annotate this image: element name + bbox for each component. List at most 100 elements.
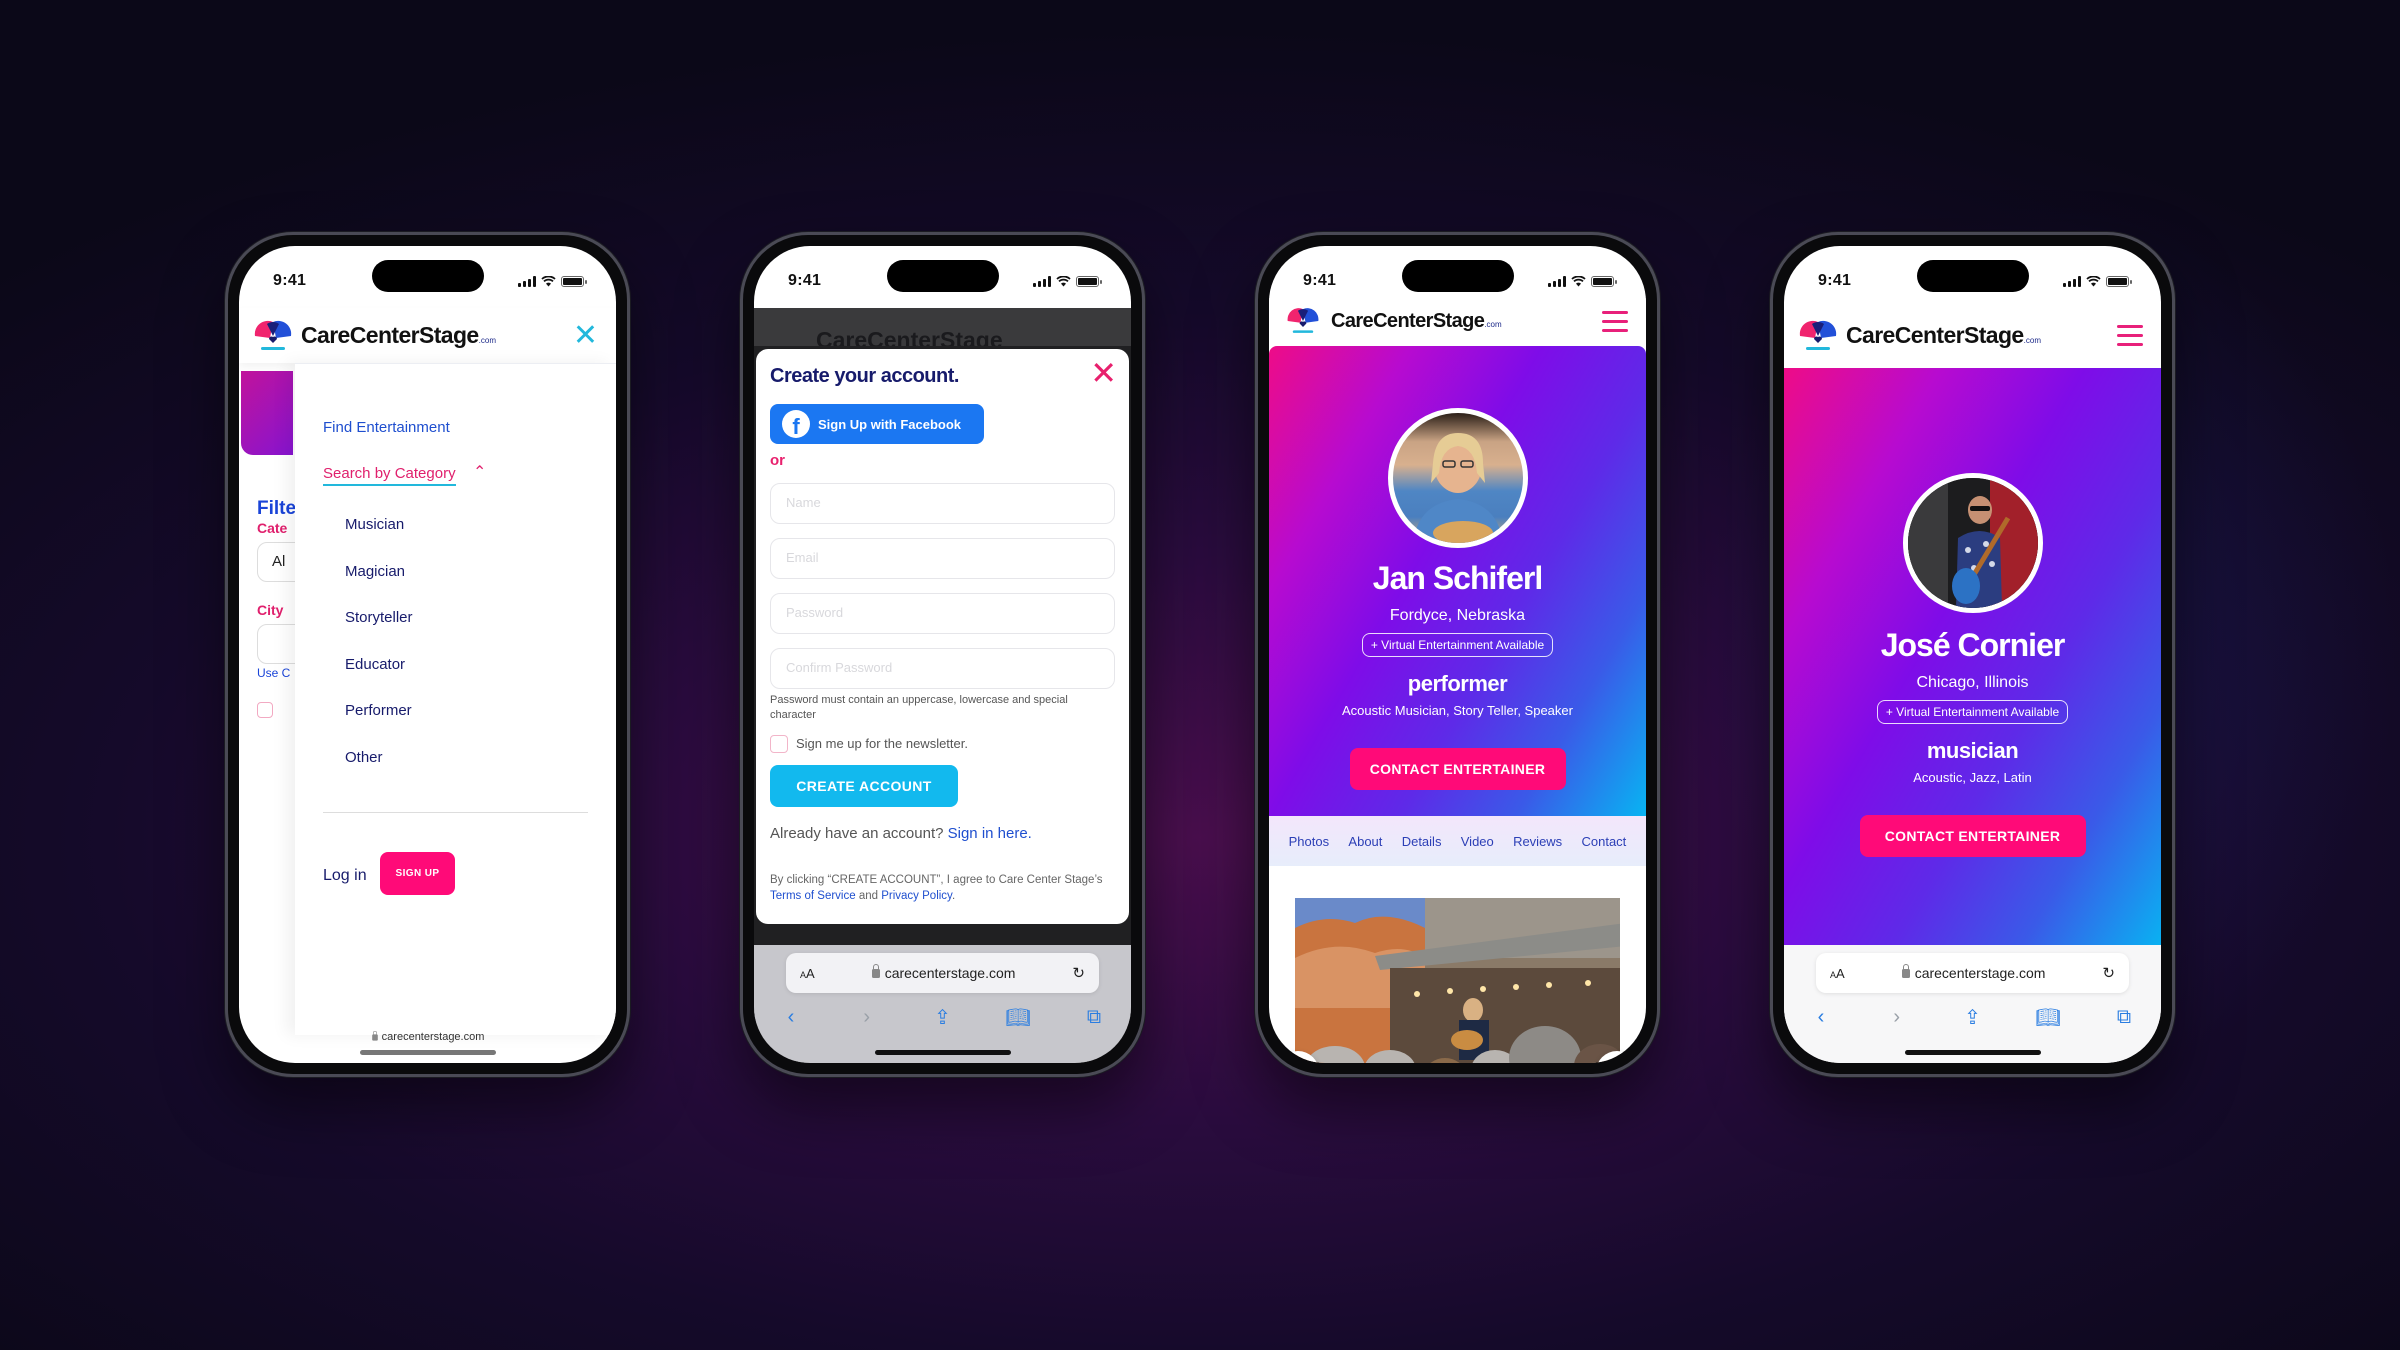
tab-video[interactable]: Video <box>1461 834 1494 849</box>
confirm-password-field[interactable]: Confirm Password <box>770 648 1115 689</box>
contact-entertainer-button[interactable]: CONTACT ENTERTAINER <box>1349 748 1566 790</box>
tab-about[interactable]: About <box>1348 834 1382 849</box>
share-icon[interactable]: ⇪ <box>1958 1005 1988 1030</box>
menu-divider <box>323 812 588 813</box>
wifi-icon <box>2086 275 2101 287</box>
profile-hero: José Cornier Chicago, Illinois + Virtual… <box>1784 368 2161 953</box>
logo[interactable]: CareCenterStage.com <box>253 316 496 356</box>
hamburger-menu-icon[interactable] <box>2117 325 2143 346</box>
profile-tags: Acoustic Musician, Story Teller, Speaker <box>1342 703 1573 718</box>
newsletter-checkbox[interactable] <box>770 734 788 753</box>
logo[interactable]: CareCenterStage.com <box>1798 316 2041 356</box>
terms-text: By clicking “CREATE ACCOUNT”, I agree to… <box>770 872 1115 904</box>
dimmed-logo: CareCenterStage <box>816 327 1003 346</box>
logo-tld: .com <box>2023 336 2041 345</box>
facebook-icon: f <box>782 410 810 438</box>
status-time: 9:41 <box>788 272 822 289</box>
back-icon[interactable]: ‹ <box>1806 1006 1836 1029</box>
dimmed-header: CareCenterStage <box>754 308 1131 346</box>
create-account-modal: Create your account. ✕ f Sign Up with Fa… <box>756 349 1129 924</box>
create-account-button[interactable]: CREATE ACCOUNT <box>770 764 958 807</box>
category-item-educator[interactable]: Educator <box>345 656 413 703</box>
profile-location: Fordyce, Nebraska <box>1389 607 1526 624</box>
home-indicator[interactable] <box>874 1050 1011 1055</box>
category-item-magician[interactable]: Magician <box>345 563 413 610</box>
chevron-up-icon[interactable]: ⌃ <box>473 462 486 482</box>
home-indicator[interactable] <box>359 1050 496 1055</box>
terms-of-service-link[interactable]: Terms of Service <box>770 890 856 902</box>
profile-hero: Jan Schiferl Fordyce, Nebraska + Virtual… <box>1269 346 1646 816</box>
logo-icon <box>1286 304 1320 338</box>
tab-contact[interactable]: Contact <box>1581 834 1626 849</box>
sign-in-link[interactable]: Sign in here. <box>948 825 1032 842</box>
battery-icon <box>1076 275 1102 287</box>
logo-tld: .com <box>478 336 496 345</box>
terms-suffix: . <box>951 889 956 902</box>
lock-icon <box>871 963 880 978</box>
facebook-signup-button[interactable]: f Sign Up with Facebook <box>770 404 984 444</box>
signup-button[interactable]: SIGN UP <box>380 852 455 895</box>
safari-toolbar: AA carecenterstage.com ↻ ‹ › ⇪ 📖︎ ⧉ <box>754 945 1131 1063</box>
logo-wordmark: CareCenterStage <box>1846 322 2024 348</box>
site-header: CareCenterStage.com ✕ <box>239 308 616 363</box>
name-field[interactable]: Name <box>770 483 1115 524</box>
tab-details[interactable]: Details <box>1402 834 1442 849</box>
newsletter-row[interactable]: Sign me up for the newsletter. <box>770 734 1115 753</box>
hamburger-menu-icon[interactable] <box>1602 310 1628 332</box>
newsletter-label: Sign me up for the newsletter. <box>796 736 968 752</box>
facebook-button-label: Sign Up with Facebook <box>818 416 962 432</box>
browser-nav: ‹ › ⇪ 📖︎ ⧉ <box>776 1005 1109 1030</box>
url-minimized[interactable]: carecenterstage.com <box>239 1030 616 1043</box>
tab-photos[interactable]: Photos <box>1289 834 1329 849</box>
tabs-icon[interactable]: ⧉ <box>2109 1006 2139 1029</box>
close-icon[interactable]: ✕ <box>1090 357 1117 389</box>
forward-icon[interactable]: › <box>1882 1006 1912 1029</box>
category-item-other[interactable]: Other <box>345 749 413 796</box>
dynamic-island <box>1916 260 2029 292</box>
dynamic-island <box>886 260 999 292</box>
password-field[interactable]: Password <box>770 593 1115 634</box>
phone-screen: 9:41 CareCenterStage.com ✕ Filte Cate Al… <box>239 246 616 1063</box>
reload-icon[interactable]: ↻ <box>2102 964 2115 982</box>
battery-icon <box>561 275 587 287</box>
logo-icon <box>253 316 293 356</box>
wifi-icon <box>1571 275 1586 287</box>
reader-aa-button[interactable]: AA <box>800 966 815 981</box>
wifi-icon <box>541 275 556 287</box>
share-icon[interactable]: ⇪ <box>928 1005 958 1030</box>
email-field[interactable]: Email <box>770 538 1115 579</box>
address-bar[interactable]: AA carecenterstage.com ↻ <box>786 953 1099 993</box>
menu-search-by-category[interactable]: Search by Category <box>323 465 456 486</box>
category-item-musician[interactable]: Musician <box>345 516 413 563</box>
address-bar[interactable]: AA carecenterstage.com ↻ <box>1816 953 2129 993</box>
dynamic-island <box>1401 260 1514 292</box>
cellular-signal-icon <box>1033 275 1051 287</box>
tab-reviews[interactable]: Reviews <box>1513 834 1562 849</box>
profile-avatar <box>1387 408 1528 548</box>
already-text: Already have an account? <box>770 824 944 842</box>
virtual-entertainment-badge: + Virtual Entertainment Available <box>1361 633 1554 657</box>
tabs-icon[interactable]: ⧉ <box>1079 1006 1109 1029</box>
logo-icon <box>1798 316 1838 356</box>
home-indicator[interactable] <box>1904 1050 2041 1055</box>
back-icon[interactable]: ‹ <box>776 1006 806 1029</box>
bookmarks-icon[interactable]: 📖︎ <box>1003 1005 1033 1030</box>
privacy-policy-link[interactable]: Privacy Policy <box>881 890 952 902</box>
battery-icon <box>2106 275 2132 287</box>
category-item-performer[interactable]: Performer <box>345 702 413 749</box>
phone-signup: 9:41 CareCenterStage Create your account… <box>740 232 1145 1077</box>
category-item-storyteller[interactable]: Storyteller <box>345 609 413 656</box>
url-text: carecenterstage.com <box>381 1031 485 1043</box>
gallery-photo <box>1295 898 1620 1063</box>
forward-icon[interactable]: › <box>852 1006 882 1029</box>
reload-icon[interactable]: ↻ <box>1072 964 1085 982</box>
virtual-checkbox[interactable] <box>257 702 273 718</box>
terms-and: and <box>858 889 879 902</box>
contact-entertainer-button[interactable]: CONTACT ENTERTAINER <box>1859 815 2086 857</box>
close-icon[interactable]: ✕ <box>573 320 598 351</box>
reader-aa-button[interactable]: AA <box>1830 966 1845 981</box>
menu-find-entertainment[interactable]: Find Entertainment <box>323 419 450 436</box>
bookmarks-icon[interactable]: 📖︎ <box>2033 1005 2063 1030</box>
status-time: 9:41 <box>1303 272 1337 289</box>
login-link[interactable]: Log in <box>323 867 367 885</box>
